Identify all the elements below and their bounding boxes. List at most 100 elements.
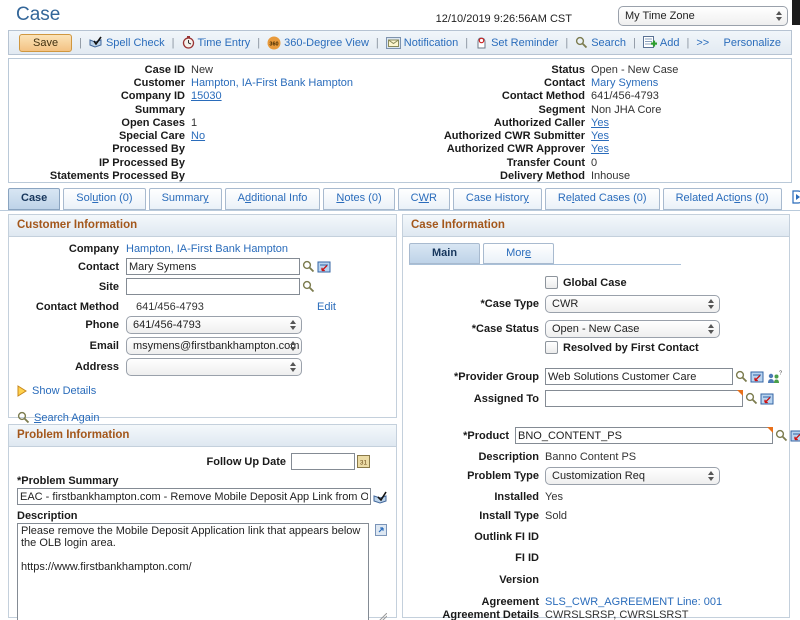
spellcheck-icon [89, 36, 103, 49]
authorized-caller-link[interactable]: Yes [591, 117, 786, 129]
description-textarea[interactable]: Please remove the Mobile Deposit Applica… [17, 523, 369, 620]
agreement-details-value: CWRSLSRSP, CWRSLSRST [545, 609, 688, 620]
site-lookup-button[interactable] [302, 280, 315, 293]
assigned-to-label: Assigned To [409, 393, 539, 405]
timezone-select[interactable]: My Time Zone [618, 6, 788, 26]
view-360-button[interactable]: 360 360-Degree View [267, 36, 369, 50]
authorized-cwr-submitter-link[interactable]: Yes [591, 130, 786, 142]
contact-input[interactable] [126, 258, 300, 275]
authorized-cwr-approver-link[interactable]: Yes [591, 143, 786, 155]
svg-text:?: ? [779, 370, 782, 376]
special-care-link[interactable]: No [191, 130, 391, 142]
resolved-first-contact-checkbox[interactable] [545, 341, 558, 354]
contact-detail-button[interactable] [317, 261, 331, 273]
global-case-checkbox[interactable] [545, 276, 558, 289]
select-stepper-icon [290, 320, 296, 330]
search-icon [745, 392, 758, 405]
field-label: Authorized CWR Approver [407, 143, 585, 155]
tab-scroll-right-button[interactable] [790, 190, 800, 207]
tab-main[interactable]: Main [409, 243, 480, 264]
provider-group-input[interactable] [545, 368, 733, 385]
show-details-label: Show Details [32, 385, 96, 397]
resize-handle[interactable] [379, 612, 387, 620]
spellcheck-icon [373, 491, 388, 505]
assigned-to-detail-button[interactable] [760, 393, 774, 405]
transfer-count-value: 0 [591, 157, 786, 169]
phone-select[interactable]: 641/456-4793 [126, 316, 302, 334]
case-type-select[interactable]: CWR [545, 295, 720, 313]
contact-method-value: 641/456-4793 [136, 301, 204, 313]
customer-link[interactable]: Hampton, IA-First Bank Hampton [191, 77, 391, 89]
search-icon [735, 370, 748, 383]
product-lookup-button[interactable] [775, 429, 788, 442]
notification-button[interactable]: Notification [386, 37, 458, 49]
tab-summary[interactable]: Summary [149, 188, 222, 210]
problem-type-label: Problem Type [409, 470, 539, 482]
transfer-icon [317, 261, 331, 273]
product-detail-button[interactable] [790, 430, 800, 442]
company-id-link[interactable]: 15030 [191, 90, 391, 102]
problem-type-select[interactable]: Customization Req [545, 467, 720, 485]
svg-text:360: 360 [270, 41, 279, 47]
edit-link[interactable]: Edit [317, 301, 336, 313]
tab-related-actions[interactable]: Related Actions (0) [663, 188, 782, 210]
time-entry-button[interactable]: Time Entry [182, 36, 251, 49]
tab-cwr[interactable]: CWR [398, 188, 450, 210]
field-label: Delivery Method [407, 170, 585, 182]
toolbar: Save | Spell Check | Time Entry | 360 36… [8, 30, 792, 55]
description-expand-button[interactable] [375, 524, 387, 539]
spell-check-button[interactable]: Spell Check [89, 36, 165, 49]
provider-group-detail-button[interactable] [750, 371, 764, 383]
site-input[interactable] [126, 278, 300, 295]
popup-expand-icon [375, 524, 387, 536]
tab-notes[interactable]: Notes (0) [323, 188, 394, 210]
case-summary-box: Case IDNew CustomerHampton, IA-First Ban… [8, 58, 792, 183]
case-status-select[interactable]: Open - New Case [545, 320, 720, 338]
product-input[interactable] [515, 427, 773, 444]
summary-spellcheck-button[interactable] [373, 491, 388, 505]
add-button[interactable]: Add [643, 36, 680, 49]
select-stepper-icon [776, 11, 782, 21]
toolbar-more-button[interactable]: >> [696, 37, 709, 49]
field-label: Case ID [15, 64, 185, 76]
agreement-link[interactable]: SLS_CWR_AGREEMENT Line: 001 [545, 596, 722, 608]
assigned-to-input[interactable] [545, 390, 743, 407]
contact-lookup-button[interactable] [302, 260, 315, 273]
provider-group-members-button[interactable]: ? [766, 370, 782, 384]
install-type-label: Install Type [409, 510, 539, 522]
problem-summary-input[interactable] [17, 488, 371, 505]
company-link[interactable]: Hampton, IA-First Bank Hampton [126, 243, 288, 255]
tab-additional-info[interactable]: Additional Info [225, 188, 321, 210]
address-select[interactable] [126, 358, 302, 376]
calendar-button[interactable]: 31 [357, 455, 370, 468]
personalize-link[interactable]: Personalize [724, 37, 781, 49]
search-again-link[interactable]: Search Again [17, 411, 390, 424]
assigned-to-lookup-button[interactable] [745, 392, 758, 405]
reminder-hand-icon [475, 36, 488, 49]
search-button[interactable]: Search [575, 36, 626, 49]
follow-up-date-input[interactable] [291, 453, 355, 470]
field-label: Status [407, 64, 585, 76]
set-reminder-button[interactable]: Set Reminder [475, 36, 558, 49]
tab-case[interactable]: Case [8, 188, 60, 210]
tab-related-cases[interactable]: Related Cases (0) [545, 188, 660, 210]
separator: | [633, 37, 636, 49]
tab-solution[interactable]: Solution (0) [63, 188, 145, 210]
email-select[interactable]: msymens@firstbankhampton.com [126, 337, 302, 355]
show-details-toggle[interactable]: Show Details [17, 385, 390, 397]
arrow-right-icon [790, 190, 800, 204]
svg-text:31: 31 [360, 460, 368, 467]
provider-group-lookup-button[interactable] [735, 370, 748, 383]
add-icon [643, 36, 657, 49]
tab-more[interactable]: More [483, 243, 554, 264]
tab-case-history[interactable]: Case History [453, 188, 542, 210]
installed-value: Yes [545, 491, 563, 503]
search-again-label: Search Again [34, 412, 99, 424]
calendar-icon: 31 [357, 455, 370, 468]
install-type-value: Sold [545, 510, 567, 522]
save-button[interactable]: Save [19, 34, 72, 52]
problem-summary-label: *Problem Summary [17, 475, 396, 487]
field-label: Special Care [15, 130, 185, 142]
contact-link[interactable]: Mary Symens [591, 77, 786, 89]
summary-left-column: Case IDNew CustomerHampton, IA-First Ban… [15, 63, 391, 183]
